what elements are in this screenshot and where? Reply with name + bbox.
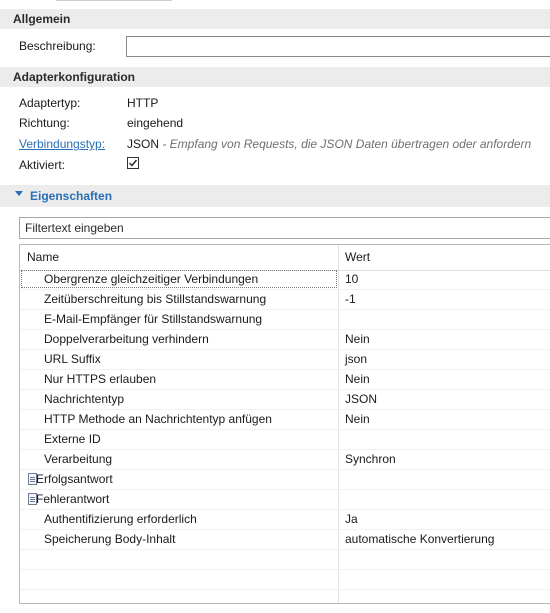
property-name: Speicherung Body-Inhalt <box>44 532 176 546</box>
properties-table: Name Wert Obergrenze gleichzeitiger Verb… <box>19 244 550 604</box>
connection-type-description: - Empfang von Requests, die JSON Daten ü… <box>159 137 532 151</box>
property-name: Verarbeitung <box>44 452 113 466</box>
table-body: Obergrenze gleichzeitiger Verbindungen 10… <box>20 270 550 603</box>
property-value[interactable]: Ja <box>345 510 358 529</box>
table-row[interactable]: Obergrenze gleichzeitiger Verbindungen 10 <box>20 270 550 290</box>
property-value[interactable]: JSON <box>345 390 377 409</box>
description-input[interactable] <box>126 36 550 57</box>
collapse-triangle-icon[interactable] <box>15 191 23 196</box>
table-row[interactable]: Authentifizierung erforderlich Ja <box>20 510 550 530</box>
properties-header[interactable]: Eigenschaften <box>0 185 550 207</box>
property-name: Doppelverarbeitung verhindern <box>44 332 209 346</box>
connection-type-name: JSON <box>127 137 160 151</box>
table-row[interactable]: Nachrichtentyp JSON <box>20 390 550 410</box>
table-row[interactable]: Zeitüberschreitung bis Stillstandswarnun… <box>20 290 550 310</box>
property-value[interactable]: automatische Konvertierung <box>345 530 494 549</box>
property-name: Obergrenze gleichzeitiger Verbindungen <box>44 272 259 286</box>
adapter-type-value: HTTP <box>127 96 159 110</box>
table-row[interactable]: Externe ID <box>20 430 550 450</box>
table-row[interactable]: Nur HTTPS erlauben Nein <box>20 370 550 390</box>
check-icon <box>129 159 138 167</box>
property-value[interactable]: Nein <box>345 370 370 389</box>
active-label: Aktiviert: <box>19 158 66 172</box>
table-row[interactable]: Speicherung Body-Inhalt automatische Konv… <box>20 530 550 550</box>
connection-type-link[interactable]: Verbindungstyp: <box>19 136 105 152</box>
property-name: E-Mail-Empfänger für Stillstandswarnung <box>44 312 263 326</box>
property-name: Nachrichtentyp <box>44 392 125 406</box>
property-value[interactable]: Nein <box>345 410 370 429</box>
property-name: Externe ID <box>44 432 101 446</box>
table-row[interactable]: Fehlerantwort <box>20 490 550 510</box>
table-row[interactable] <box>20 590 550 603</box>
active-checkbox[interactable] <box>127 157 139 169</box>
direction-label: Richtung: <box>19 116 70 130</box>
column-header-value[interactable]: Wert <box>345 245 370 270</box>
property-value[interactable]: json <box>345 350 367 369</box>
property-value[interactable]: 10 <box>345 270 358 289</box>
filter-input[interactable]: Filtertext eingeben <box>19 217 550 239</box>
table-row[interactable]: Verarbeitung Synchron <box>20 450 550 470</box>
property-name: URL Suffix <box>44 352 101 366</box>
top-tab-edge <box>56 0 172 1</box>
property-name: HTTP Methode an Nachrichtentyp anfügen <box>44 412 272 426</box>
section-header-adapterkonfiguration: Adapterkonfiguration <box>0 67 550 87</box>
table-header: Name Wert <box>20 245 550 271</box>
table-row[interactable] <box>20 550 550 570</box>
table-row[interactable]: URL Suffix json <box>20 350 550 370</box>
property-name: Erfolgsantwort <box>36 472 113 486</box>
property-value[interactable]: -1 <box>345 290 356 309</box>
direction-value: eingehend <box>127 116 184 130</box>
property-name: Authentifizierung erforderlich <box>44 512 197 526</box>
property-value[interactable]: Synchron <box>345 450 396 469</box>
property-name: Fehlerantwort <box>36 492 110 506</box>
table-row[interactable]: HTTP Methode an Nachrichtentyp anfügen Ne… <box>20 410 550 430</box>
property-name: Nur HTTPS erlauben <box>44 372 157 386</box>
connection-type-value: JSON - Empfang von Requests, die JSON Da… <box>127 136 531 152</box>
property-name: Zeitüberschreitung bis Stillstandswarnun… <box>44 292 267 306</box>
property-value[interactable]: Nein <box>345 330 370 349</box>
table-row[interactable]: E-Mail-Empfänger für Stillstandswarnung <box>20 310 550 330</box>
table-row[interactable]: Doppelverarbeitung verhindern Nein <box>20 330 550 350</box>
table-row[interactable]: Erfolgsantwort <box>20 470 550 490</box>
adapter-type-label: Adaptertyp: <box>19 96 81 110</box>
description-label: Beschreibung: <box>19 39 96 53</box>
column-header-name[interactable]: Name <box>27 245 59 270</box>
table-row[interactable] <box>20 570 550 590</box>
properties-title: Eigenschaften <box>30 189 113 203</box>
section-header-allgemein: Allgemein <box>0 9 550 29</box>
